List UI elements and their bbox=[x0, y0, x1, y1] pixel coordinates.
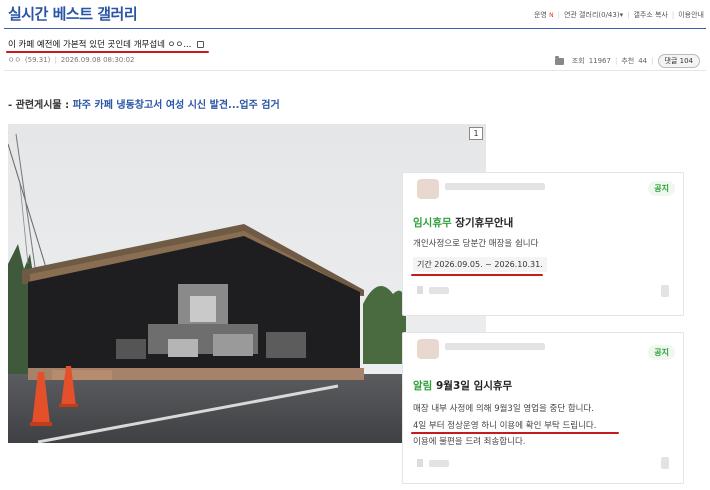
notice-badge: 공지 bbox=[648, 345, 675, 360]
notice-red-underline bbox=[411, 432, 619, 434]
nav-divider: | bbox=[671, 11, 675, 19]
author-ip: (59.31) bbox=[24, 56, 51, 64]
chevron-down-icon: ▾ bbox=[619, 11, 624, 19]
new-badge: N bbox=[549, 12, 554, 19]
nav-guide[interactable]: 이용안내 bbox=[678, 10, 704, 20]
blurred-meta bbox=[661, 457, 669, 469]
post-title: 이 카페 예전에 가본적 있던 곳인데 개무섭네 ㅇㅇ... bbox=[8, 38, 205, 50]
stats-divider: | bbox=[651, 57, 654, 65]
top-nav: 운영 N | 연관 갤러리(0/43)▾ | 갤주소 복사 | 이용안내 bbox=[534, 10, 704, 20]
post-stats: 조회 11967 | 추천 44 | 댓글 104 bbox=[554, 54, 700, 68]
nav-divider: | bbox=[557, 11, 560, 19]
title-red-underline bbox=[6, 51, 209, 53]
post-datetime: 2026.09.08 08:30:02 bbox=[60, 56, 135, 64]
notice-card-1: 공지 임시휴무 장기휴무안내 개인사정으로 당분간 매장을 쉽니다 기간 202… bbox=[402, 172, 684, 316]
period-red-underline bbox=[411, 274, 543, 276]
stats-divider: | bbox=[614, 57, 618, 65]
notice-heading: 알림 9월3일 임시휴무 bbox=[413, 380, 513, 392]
image-attached-icon bbox=[197, 40, 205, 48]
author-name[interactable]: ㅇㅇ bbox=[8, 55, 21, 65]
blurred-name bbox=[445, 343, 545, 350]
nav-copy-address[interactable]: 갤주소 복사 bbox=[633, 10, 667, 20]
related-prefix: - 관련게시물 : bbox=[8, 100, 70, 111]
related-post: - 관련게시물 : 파주 카페 냉동창고서 여성 시신 발견...업주 검거 bbox=[8, 96, 280, 111]
recommend-count: 44 bbox=[638, 57, 648, 65]
meta-divider: | bbox=[54, 56, 57, 64]
nav-related-gallery[interactable]: 연관 갤러리(0/43)▾ bbox=[564, 10, 623, 20]
post-meta: ㅇㅇ (59.31) | 2026.09.08 08:30:02 bbox=[8, 55, 135, 65]
notice-line-1: 개인사정으로 당분간 매장을 쉽니다 bbox=[413, 239, 539, 249]
notice-line-1: 매장 내부 사정에 의해 9월3일 영업을 중단 합니다. bbox=[413, 404, 595, 414]
nav-divider: | bbox=[627, 11, 630, 19]
reply-count-button[interactable]: 댓글 104 bbox=[657, 54, 700, 68]
blurred-meta bbox=[429, 460, 449, 467]
meta-divider-line bbox=[4, 70, 706, 71]
header-divider bbox=[4, 28, 706, 29]
notice-card-2: 공지 알림 9월3일 임시휴무 매장 내부 사정에 의해 9월3일 영업을 중단… bbox=[402, 332, 684, 484]
post-title-text: 이 카페 예전에 가본적 있던 곳인데 개무섭네 ㅇㅇ... bbox=[8, 40, 192, 50]
views-count: 11967 bbox=[588, 57, 611, 65]
blurred-name bbox=[445, 183, 545, 190]
blurred-meta bbox=[661, 285, 669, 297]
notice-badge: 공지 bbox=[648, 181, 675, 196]
views-label: 조회 bbox=[571, 57, 585, 65]
notice-line-3: 이용에 불편을 드려 죄송합니다. bbox=[413, 437, 526, 447]
avatar bbox=[417, 179, 439, 199]
recommend-label: 추천 bbox=[621, 57, 635, 65]
related-post-link[interactable]: 파주 카페 냉동창고서 여성 시신 발견...업주 검거 bbox=[73, 100, 280, 111]
notice-heading: 임시휴무 장기휴무안내 bbox=[413, 217, 514, 229]
blurred-icon bbox=[417, 459, 423, 467]
image-number-badge[interactable]: 1 bbox=[469, 127, 483, 140]
notice-period: 기간 2026.09.05. ~ 2026.10.31. bbox=[413, 257, 547, 272]
notice-line-2: 4일 부터 정상운영 하니 이용에 확인 부탁 드립니다. bbox=[413, 421, 597, 431]
blurred-icon bbox=[417, 286, 423, 294]
folder-icon[interactable] bbox=[554, 55, 564, 65]
blurred-meta bbox=[429, 287, 449, 294]
avatar bbox=[417, 339, 439, 359]
gallery-title[interactable]: 실시간 베스트 갤러리 bbox=[8, 3, 138, 24]
nav-operation[interactable]: 운영 N bbox=[534, 10, 554, 20]
